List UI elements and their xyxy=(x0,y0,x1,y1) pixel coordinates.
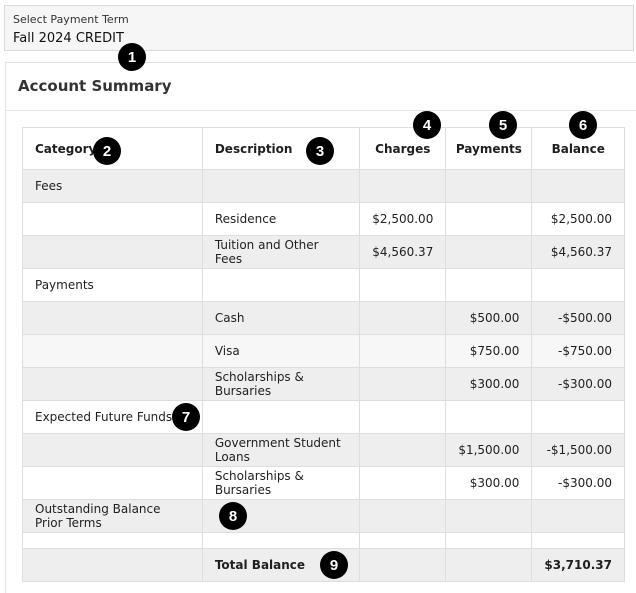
cell-payments: $1,500.00 xyxy=(445,433,533,467)
cell-payments: $300.00 xyxy=(445,466,533,500)
cell-charges xyxy=(359,466,447,500)
cell-description: Government Student Loans xyxy=(201,433,361,467)
cell-balance xyxy=(531,499,625,533)
cell-balance xyxy=(531,169,625,203)
cell-balance: $2,500.00 xyxy=(531,202,625,236)
spacer-cell xyxy=(359,532,447,549)
cell-charges xyxy=(359,400,447,434)
cell-category xyxy=(22,367,203,401)
table-row: Tuition and Other Fees $4,560.37 $4,560.… xyxy=(22,235,625,269)
cell-category: Outstanding Balance Prior Terms xyxy=(22,499,203,533)
cell-payments xyxy=(445,268,533,302)
table-row: Visa $750.00 -$750.00 xyxy=(22,334,625,368)
cell-description: Visa xyxy=(201,334,361,368)
payment-term-value[interactable]: Fall 2024 CREDIT xyxy=(13,31,124,46)
table-row: Outstanding Balance Prior Terms xyxy=(22,499,625,533)
cell-description: Scholarships & Bursaries xyxy=(201,466,361,500)
marker-4: 4 xyxy=(413,111,441,139)
cell-charges xyxy=(359,499,447,533)
cell-payments xyxy=(445,169,533,203)
marker-5: 5 xyxy=(489,111,517,139)
spacer-cell xyxy=(201,532,361,549)
marker-6: 6 xyxy=(569,111,597,139)
cell-balance xyxy=(531,268,625,302)
header-description: Description xyxy=(201,127,361,170)
cell-payments: $750.00 xyxy=(445,334,533,368)
payment-term-label: Select Payment Term xyxy=(13,13,129,26)
cell-charges xyxy=(359,268,447,302)
cell-charges xyxy=(359,301,447,335)
marker-8: 8 xyxy=(219,502,247,530)
account-summary-table: Category Description Charges Payments Ba… xyxy=(22,127,625,582)
cell-balance: -$300.00 xyxy=(531,367,625,401)
cell-description: Tuition and Other Fees xyxy=(201,235,361,269)
cell-description xyxy=(201,268,361,302)
cell-category xyxy=(22,433,203,467)
spacer-cell xyxy=(531,532,625,549)
cell-charges xyxy=(359,169,447,203)
cell-description xyxy=(201,169,361,203)
table-row: Payments xyxy=(22,268,625,302)
table-row: Expected Future Funds xyxy=(22,400,625,434)
cell-category xyxy=(22,235,203,269)
cell-balance: -$1,500.00 xyxy=(531,433,625,467)
marker-7: 7 xyxy=(172,403,200,431)
cell-payments: $500.00 xyxy=(445,301,533,335)
cell-category xyxy=(22,202,203,236)
cell-description xyxy=(201,400,361,434)
header-payments: Payments xyxy=(445,127,533,170)
cell-balance xyxy=(531,400,625,434)
total-empty-cell xyxy=(22,548,203,582)
cell-charges: $2,500.00 xyxy=(359,202,447,236)
panel-divider xyxy=(6,110,636,111)
marker-1: 1 xyxy=(118,43,146,71)
cell-balance: -$300.00 xyxy=(531,466,625,500)
table-row: Fees xyxy=(22,169,625,203)
cell-balance: -$500.00 xyxy=(531,301,625,335)
cell-charges xyxy=(359,433,447,467)
marker-3: 3 xyxy=(306,137,334,165)
table-row: Scholarships & Bursaries $300.00 -$300.0… xyxy=(22,466,625,500)
table-row: Government Student Loans $1,500.00 -$1,5… xyxy=(22,433,625,467)
cell-payments xyxy=(445,202,533,236)
cell-charges xyxy=(359,367,447,401)
cell-charges xyxy=(359,334,447,368)
cell-category xyxy=(22,334,203,368)
spacer-cell xyxy=(22,532,203,549)
table-row: Cash $500.00 -$500.00 xyxy=(22,301,625,335)
cell-payments: $300.00 xyxy=(445,367,533,401)
cell-description: Scholarships & Bursaries xyxy=(201,367,361,401)
cell-payments xyxy=(445,499,533,533)
cell-category xyxy=(22,301,203,335)
cell-payments xyxy=(445,235,533,269)
spacer-cell xyxy=(445,532,533,549)
total-balance: $3,710.37 xyxy=(531,548,625,582)
table-row: Scholarships & Bursaries $300.00 -$300.0… xyxy=(22,367,625,401)
cell-description: Residence xyxy=(201,202,361,236)
cell-category: Fees xyxy=(22,169,203,203)
cell-balance: $4,560.37 xyxy=(531,235,625,269)
marker-9: 9 xyxy=(320,551,348,579)
payment-term-select[interactable]: Select Payment Term Fall 2024 CREDIT xyxy=(4,5,634,51)
cell-category xyxy=(22,466,203,500)
total-charges-cell xyxy=(359,548,447,582)
cell-payments xyxy=(445,400,533,434)
table-row: Residence $2,500.00 $2,500.00 xyxy=(22,202,625,236)
total-payments-cell xyxy=(445,548,533,582)
cell-category: Payments xyxy=(22,268,203,302)
cell-balance: -$750.00 xyxy=(531,334,625,368)
cell-description: Cash xyxy=(201,301,361,335)
account-summary-title: Account Summary xyxy=(18,77,172,95)
spacer-row xyxy=(22,532,625,549)
cell-charges: $4,560.37 xyxy=(359,235,447,269)
marker-2: 2 xyxy=(93,137,121,165)
